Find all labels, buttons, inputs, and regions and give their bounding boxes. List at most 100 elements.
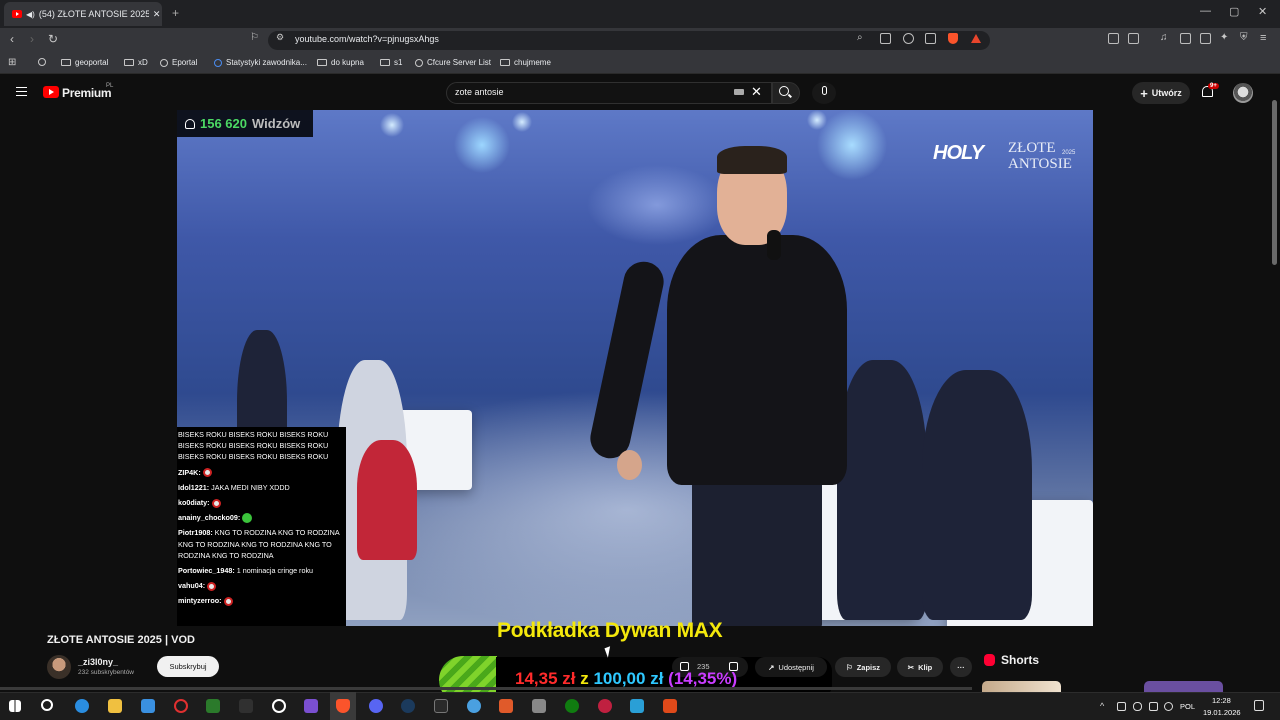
windows-start-icon[interactable]: [9, 700, 21, 712]
clip-label: Klip: [918, 662, 933, 672]
tray-app-icon[interactable]: [1117, 702, 1126, 711]
minimize-button[interactable]: —: [1200, 5, 1211, 17]
browser-tab[interactable]: ◀) (54) ZŁOTE ANTOSIE 2025 | V ✕: [4, 2, 162, 26]
channel-avatar[interactable]: [47, 655, 71, 679]
chat-message: ko0diaty:: [178, 497, 346, 508]
zoom-icon[interactable]: ⌕: [857, 32, 863, 43]
channel-name[interactable]: _zi3l0ny_: [78, 657, 118, 667]
leo-ai-icon[interactable]: ✦: [1220, 32, 1228, 43]
bookmark-xd[interactable]: xD: [124, 58, 148, 67]
file-explorer-icon[interactable]: [108, 699, 122, 713]
youtube-logo-icon[interactable]: [43, 86, 59, 98]
create-button[interactable]: + Utwórz: [1132, 82, 1190, 104]
apps-grid-icon[interactable]: ⊞: [8, 57, 16, 68]
more-actions-button[interactable]: ···: [950, 657, 972, 677]
logo-text[interactable]: Premium: [62, 86, 112, 100]
goal-current: 14,35 zł: [515, 669, 576, 688]
keyboard-icon[interactable]: [734, 89, 744, 95]
emote-icon: [223, 597, 233, 607]
edge-icon[interactable]: [75, 699, 89, 713]
chat-message: mintyzerroo:: [178, 595, 346, 607]
new-tab-button[interactable]: +: [172, 6, 179, 20]
scrollbar-thumb[interactable]: [1272, 100, 1277, 265]
app-icon[interactable]: [630, 699, 644, 713]
holy-watermark: HOLY: [933, 142, 984, 164]
network-icon[interactable]: [1149, 702, 1158, 711]
maximize-button[interactable]: ▢: [1229, 5, 1239, 18]
bookmark-do-kupna[interactable]: do kupna: [317, 58, 364, 67]
vpn-icon[interactable]: ⛨: [1240, 32, 1248, 43]
app-icon[interactable]: [663, 699, 677, 713]
app-icon[interactable]: [532, 699, 546, 713]
input-language[interactable]: POL: [1180, 702, 1195, 711]
microphone-tray-icon[interactable]: [1133, 702, 1142, 711]
tray-overflow-icon[interactable]: ^: [1100, 701, 1104, 711]
bookmark-statystyki[interactable]: Statystyki zawodnika...: [214, 58, 307, 67]
brave-rewards-icon[interactable]: [971, 34, 981, 43]
share-button[interactable]: ↗ Udostępnij: [755, 657, 827, 677]
extensions-icon[interactable]: [1108, 33, 1119, 44]
chat-message: ZIP4K:: [178, 467, 346, 478]
share-page-icon[interactable]: [925, 33, 936, 44]
bookmark-s1[interactable]: s1: [380, 58, 402, 67]
goal-progress-text: 14,35 zł z 100,00 zł (14,35%): [515, 669, 737, 689]
browser-menu-icon[interactable]: ≡: [1260, 32, 1266, 44]
discord-icon[interactable]: [369, 699, 383, 713]
xbox-icon[interactable]: [565, 699, 579, 713]
password-key-icon[interactable]: [903, 33, 914, 44]
bookmark-server-list[interactable]: Cfcure Server List: [415, 58, 491, 67]
clear-search-icon[interactable]: ✕: [751, 84, 762, 100]
bookmark-icon[interactable]: ⚐: [250, 32, 259, 43]
close-window-button[interactable]: ✕: [1258, 5, 1267, 18]
steam-icon[interactable]: [401, 699, 415, 713]
tab-title: (54) ZŁOTE ANTOSIE 2025 | V: [38, 9, 149, 19]
save-label: Zapisz: [856, 662, 881, 672]
app-icon[interactable]: [239, 699, 253, 713]
site-info-icon[interactable]: ⚙: [276, 32, 284, 43]
globe-icon: [160, 58, 168, 67]
settings-gear-icon[interactable]: [272, 699, 286, 713]
audience-person: [922, 370, 1032, 620]
save-button[interactable]: ⚐ Zapisz: [835, 657, 891, 677]
hamburger-menu-icon[interactable]: [16, 87, 27, 96]
screen-icon[interactable]: [880, 33, 891, 44]
search-taskbar-icon[interactable]: [41, 699, 53, 711]
clock-time[interactable]: 12:28: [1212, 696, 1231, 705]
emote-icon: [202, 468, 212, 478]
bookmark-globe[interactable]: [38, 58, 46, 66]
app-icon[interactable]: [206, 699, 220, 713]
notification-center-icon[interactable]: [1254, 700, 1264, 711]
region-code: PL: [106, 83, 114, 89]
app-icon[interactable]: [499, 699, 513, 713]
bookmark-geoportal[interactable]: geoportal: [61, 58, 108, 67]
bookmark-chujmeme[interactable]: chujmeme: [500, 58, 551, 67]
subscribe-button[interactable]: Subskrybuj: [157, 656, 219, 677]
app-icon[interactable]: [141, 699, 155, 713]
media-icon[interactable]: ♫: [1160, 32, 1168, 43]
volume-icon[interactable]: [1164, 702, 1173, 711]
app-icon[interactable]: [467, 699, 481, 713]
extension-2-icon[interactable]: [1128, 33, 1139, 44]
sidebar-toggle-icon[interactable]: [1180, 33, 1191, 44]
epic-games-icon[interactable]: [434, 699, 448, 713]
brave-shield-icon[interactable]: [948, 33, 958, 44]
account-avatar[interactable]: [1233, 83, 1253, 103]
bookmark-eportal[interactable]: Eportal: [160, 58, 197, 67]
clock-date[interactable]: 19.01.2026: [1203, 708, 1241, 717]
wallet-icon[interactable]: [1200, 33, 1211, 44]
clip-button[interactable]: ✂ Klip: [897, 657, 943, 677]
viewers-icon: [185, 118, 195, 129]
reload-icon[interactable]: ↻: [48, 32, 58, 46]
back-icon[interactable]: ‹: [10, 32, 14, 46]
app-icon[interactable]: [174, 699, 188, 713]
create-label: Utwórz: [1151, 88, 1182, 98]
browser-tab-bar: ◀) (54) ZŁOTE ANTOSIE 2025 | V ✕ + — ▢ ✕: [0, 0, 1280, 28]
app-icon[interactable]: [598, 699, 612, 713]
viewer-counter: 156 620 Widzów: [177, 110, 313, 137]
brave-browser-icon[interactable]: [336, 699, 350, 713]
app-icon[interactable]: [304, 699, 318, 713]
forward-icon[interactable]: ›: [30, 32, 34, 46]
youtube-favicon-icon: [12, 10, 22, 18]
speaker-icon[interactable]: ◀): [26, 10, 35, 19]
tab-close-icon[interactable]: ✕: [153, 9, 161, 20]
